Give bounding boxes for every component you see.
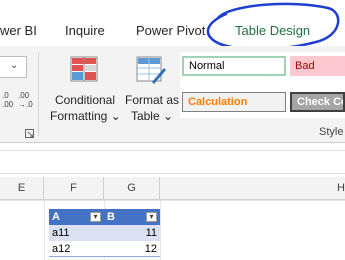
formula-bar[interactable] — [0, 150, 345, 174]
tab-power-pivot[interactable]: Power Pivot — [136, 23, 205, 38]
ribbon-home: ⌄ .0 .00 .00 →.0 Conditional Formatting … — [0, 46, 345, 142]
chevron-down-icon: ⌄ — [162, 109, 174, 123]
tab-inquire[interactable]: Inquire — [65, 23, 105, 38]
tab-power-bi[interactable]: wer BI — [0, 23, 37, 38]
dialog-launcher-icon[interactable] — [25, 126, 35, 138]
ribbon-tab-bar: wer BI Inquire Power Pivot Table Design — [0, 0, 345, 51]
table-header-a[interactable]: A ▾ — [49, 209, 104, 225]
table-bottom-border — [49, 256, 160, 257]
conditional-formatting-icon — [70, 56, 98, 82]
ribbon-border — [0, 142, 345, 143]
format-as-table-button[interactable]: Format as Table ⌄ — [122, 52, 182, 132]
table-cell[interactable]: 11 — [104, 225, 160, 241]
table-cell[interactable]: a11 — [49, 225, 104, 241]
conditional-formatting-text: Formatting — [50, 109, 108, 123]
format-as-table-text: Table — [130, 109, 160, 123]
format-as-table-icon — [136, 56, 166, 84]
grid-line — [44, 200, 45, 260]
table-cell[interactable]: 12 — [104, 241, 160, 257]
filter-dropdown-icon[interactable]: ▾ — [146, 212, 157, 222]
grid-line — [160, 200, 161, 260]
column-header-f[interactable]: F — [44, 177, 104, 199]
group-divider — [38, 52, 39, 136]
cell-styles-gallery: Normal Bad Calculation Check Cell — [180, 52, 345, 118]
decrease-decimal-button[interactable]: .00 →.0 — [18, 91, 33, 119]
table-header-b-label: B — [107, 211, 115, 223]
chevron-down-icon: ⌄ — [10, 60, 19, 71]
chevron-down-icon: ⌄ — [110, 109, 121, 123]
filter-dropdown-icon[interactable]: ▾ — [90, 212, 101, 222]
style-bad[interactable]: Bad — [290, 56, 345, 76]
conditional-formatting-button[interactable]: Conditional Formatting ⌄ — [50, 52, 121, 132]
conditional-formatting-label: Conditional — [54, 93, 116, 107]
grid-line — [0, 200, 345, 201]
styles-group-label: Style — [319, 126, 344, 138]
column-header-row: E F G H — [0, 177, 345, 200]
table-header-b[interactable]: B ▾ — [104, 209, 160, 225]
column-header-g[interactable]: G — [104, 177, 160, 199]
style-calculation[interactable]: Calculation — [182, 92, 286, 112]
column-header-e[interactable]: E — [0, 177, 44, 199]
table-cell[interactable]: a12 — [49, 241, 104, 257]
table-header-a-label: A — [52, 211, 60, 223]
increase-decimal-button[interactable]: .0 .00 — [2, 91, 14, 119]
conditional-formatting-label-2: Formatting ⌄ — [50, 108, 121, 124]
format-as-table-label: Format as — [124, 93, 179, 107]
style-check-cell[interactable]: Check Cell — [290, 92, 345, 112]
format-as-table-label-2: Table ⌄ — [122, 108, 182, 124]
number-format-dropdown[interactable]: ⌄ — [0, 56, 27, 78]
style-normal[interactable]: Normal — [182, 56, 286, 76]
column-header-h[interactable]: H — [160, 177, 345, 199]
excel-table: A ▾ B ▾ a11 11 a12 12 — [49, 209, 160, 257]
